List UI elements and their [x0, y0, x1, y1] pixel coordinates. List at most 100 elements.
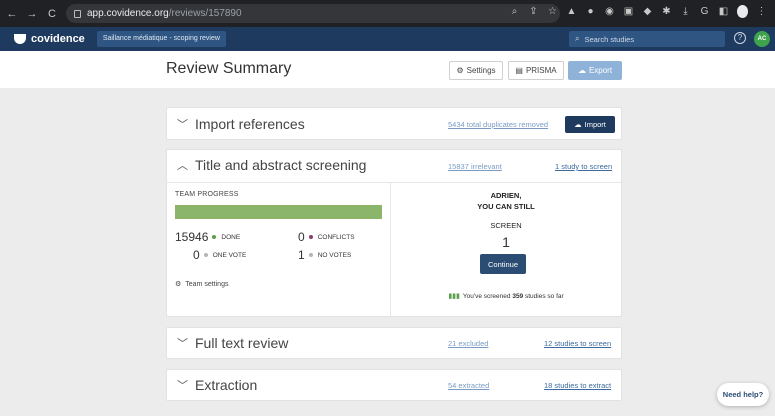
- card-title: Title and abstract screening: [195, 157, 367, 173]
- export-label: Export: [588, 66, 613, 75]
- done-label: DONE: [221, 233, 241, 241]
- conflicts-stat[interactable]: 0 CONFLICTS: [298, 230, 355, 244]
- user-greeting: ADRIEN,: [490, 191, 522, 200]
- title-abstract-screening-card: ︿ Title and abstract screening 15837 irr…: [166, 149, 622, 317]
- screened-prefix: You've screened: [462, 293, 513, 300]
- chevron-down-icon: ﹀: [177, 119, 188, 131]
- need-help-button[interactable]: Need help?: [717, 383, 769, 406]
- gear-icon: ⚙: [456, 66, 464, 75]
- conflicts-count: 0: [298, 230, 305, 244]
- browser-toolbar: ← → C app.covidence.org /reviews/157890 …: [0, 0, 775, 27]
- conflicts-dot-icon: [308, 235, 313, 239]
- import-references-toggle[interactable]: ﹀ Import references: [177, 116, 305, 132]
- import-label: Import: [584, 120, 606, 129]
- done-count: 15946: [175, 230, 209, 244]
- lock-icon: [74, 9, 81, 18]
- download-icon[interactable]: ⤓: [680, 6, 691, 17]
- extension-icon[interactable]: ◆: [642, 6, 653, 17]
- card-title: Extraction: [195, 377, 258, 393]
- search-placeholder: Search studies: [584, 34, 635, 44]
- extension-icon[interactable]: ◉: [604, 6, 615, 17]
- app-header: covidence Saillance médiatique - scoping…: [0, 27, 775, 51]
- page-title: Review Summary: [166, 60, 292, 77]
- export-button[interactable]: ☁ Export: [568, 61, 622, 80]
- one-vote-label: ONE VOTE: [212, 251, 247, 259]
- user-prompt: ADRIEN, YOU CAN STILL: [391, 190, 621, 212]
- address-bar[interactable]: app.covidence.org /reviews/157890: [66, 4, 560, 23]
- studies-to-extract-link[interactable]: 18 studies to extract: [544, 381, 611, 390]
- excluded-link[interactable]: 21 excluded: [448, 339, 488, 348]
- gear-icon: ⚙: [175, 281, 182, 288]
- one-vote-stat[interactable]: 0 ONE VOTE: [193, 248, 246, 262]
- screen-count: 1: [502, 234, 510, 250]
- search-studies-input[interactable]: ⌕ Search studies: [569, 31, 725, 47]
- chevron-down-icon: ﹀: [177, 380, 188, 392]
- screen-label: SCREEN: [490, 221, 522, 230]
- sidebar-icon[interactable]: ◧: [718, 6, 729, 17]
- browser-extension-icons: ⌕ ⇪ ☆ ▲ ● ◉ ▣ ◆ ✱ ⤓ G ◧ ⋮: [509, 5, 767, 18]
- done-dot-icon: [212, 235, 217, 239]
- menu-dots-icon[interactable]: ⋮: [756, 6, 767, 17]
- help-icon[interactable]: ?: [734, 32, 746, 44]
- no-votes-count: 1: [298, 248, 305, 262]
- search-icon: ⌕: [575, 34, 580, 43]
- one-vote-count: 0: [193, 248, 200, 262]
- profile-avatar-icon[interactable]: [737, 5, 748, 18]
- review-name-tab[interactable]: Saillance médiatique - scoping review: [96, 31, 226, 47]
- reload-icon[interactable]: C: [44, 8, 60, 20]
- card-divider: [167, 182, 621, 183]
- extension-icon[interactable]: ●: [585, 6, 596, 17]
- continue-button[interactable]: Continue: [480, 254, 526, 274]
- bar-chart-icon: ▮▮▮: [448, 293, 460, 300]
- back-icon[interactable]: ←: [4, 8, 20, 20]
- title-abstract-screening-toggle[interactable]: ︿ Title and abstract screening: [177, 157, 366, 173]
- summary-header: [0, 51, 775, 88]
- url-domain: app.covidence.org: [87, 8, 169, 19]
- irrelevant-link[interactable]: 15837 irrelevant: [448, 162, 502, 171]
- google-icon[interactable]: G: [699, 6, 710, 17]
- prisma-button[interactable]: ▤ PRISMA: [508, 61, 564, 80]
- full-text-review-card: ﹀ Full text review 21 excluded 12 studie…: [166, 327, 622, 359]
- url-path: /reviews/157890: [168, 8, 242, 19]
- import-button[interactable]: ☁ Import: [565, 116, 615, 133]
- extraction-card: ﹀ Extraction 54 extracted 18 studies to …: [166, 369, 622, 401]
- no-votes-stat[interactable]: 1 NO VOTES: [298, 248, 351, 262]
- extension-icon[interactable]: ▣: [623, 6, 634, 17]
- chevron-up-icon: ︿: [177, 160, 188, 172]
- done-stat: 15946 DONE: [175, 230, 240, 244]
- cloud-download-icon: ☁: [577, 66, 586, 75]
- extraction-toggle[interactable]: ﹀ Extraction: [177, 377, 257, 393]
- bookmark-star-icon[interactable]: ☆: [547, 6, 558, 17]
- puzzle-icon[interactable]: ✱: [661, 6, 672, 17]
- no-votes-label: NO VOTES: [317, 251, 352, 259]
- study-to-screen-link[interactable]: 1 study to screen: [555, 162, 612, 171]
- card-title: Full text review: [195, 335, 289, 351]
- extracted-link[interactable]: 54 extracted: [448, 381, 489, 390]
- card-title: Import references: [195, 116, 305, 132]
- prisma-label: PRISMA: [525, 66, 557, 75]
- chevron-down-icon: ﹀: [177, 338, 188, 350]
- team-settings-label: Team settings: [185, 280, 229, 288]
- settings-label: Settings: [466, 66, 496, 75]
- one-vote-dot-icon: [203, 253, 208, 257]
- table-icon: ▤: [515, 66, 523, 75]
- cloud-upload-icon: ☁: [574, 120, 582, 129]
- team-settings-link[interactable]: ⚙ Team settings: [175, 280, 229, 289]
- covidence-logo[interactable]: covidence: [14, 33, 85, 45]
- progress-fill: [175, 205, 382, 219]
- duplicates-removed-link[interactable]: 5434 total duplicates removed: [448, 120, 548, 129]
- user-greeting-line2: YOU CAN STILL: [477, 202, 535, 211]
- settings-button[interactable]: ⚙ Settings: [449, 61, 503, 80]
- no-votes-dot-icon: [308, 253, 313, 257]
- forward-icon[interactable]: →: [24, 8, 40, 20]
- covidence-logo-icon: [14, 34, 26, 44]
- brand-name: covidence: [31, 33, 85, 45]
- zoom-icon[interactable]: ⌕: [509, 6, 520, 17]
- share-icon[interactable]: ⇪: [528, 6, 539, 17]
- team-progress-label: TEAM PROGRESS: [175, 191, 239, 198]
- user-avatar[interactable]: AC: [754, 31, 770, 47]
- extension-icon[interactable]: ▲: [566, 6, 577, 17]
- studies-to-screen-link[interactable]: 12 studies to screen: [544, 339, 611, 348]
- full-text-review-toggle[interactable]: ﹀ Full text review: [177, 335, 288, 351]
- team-progress-bar: [175, 205, 382, 219]
